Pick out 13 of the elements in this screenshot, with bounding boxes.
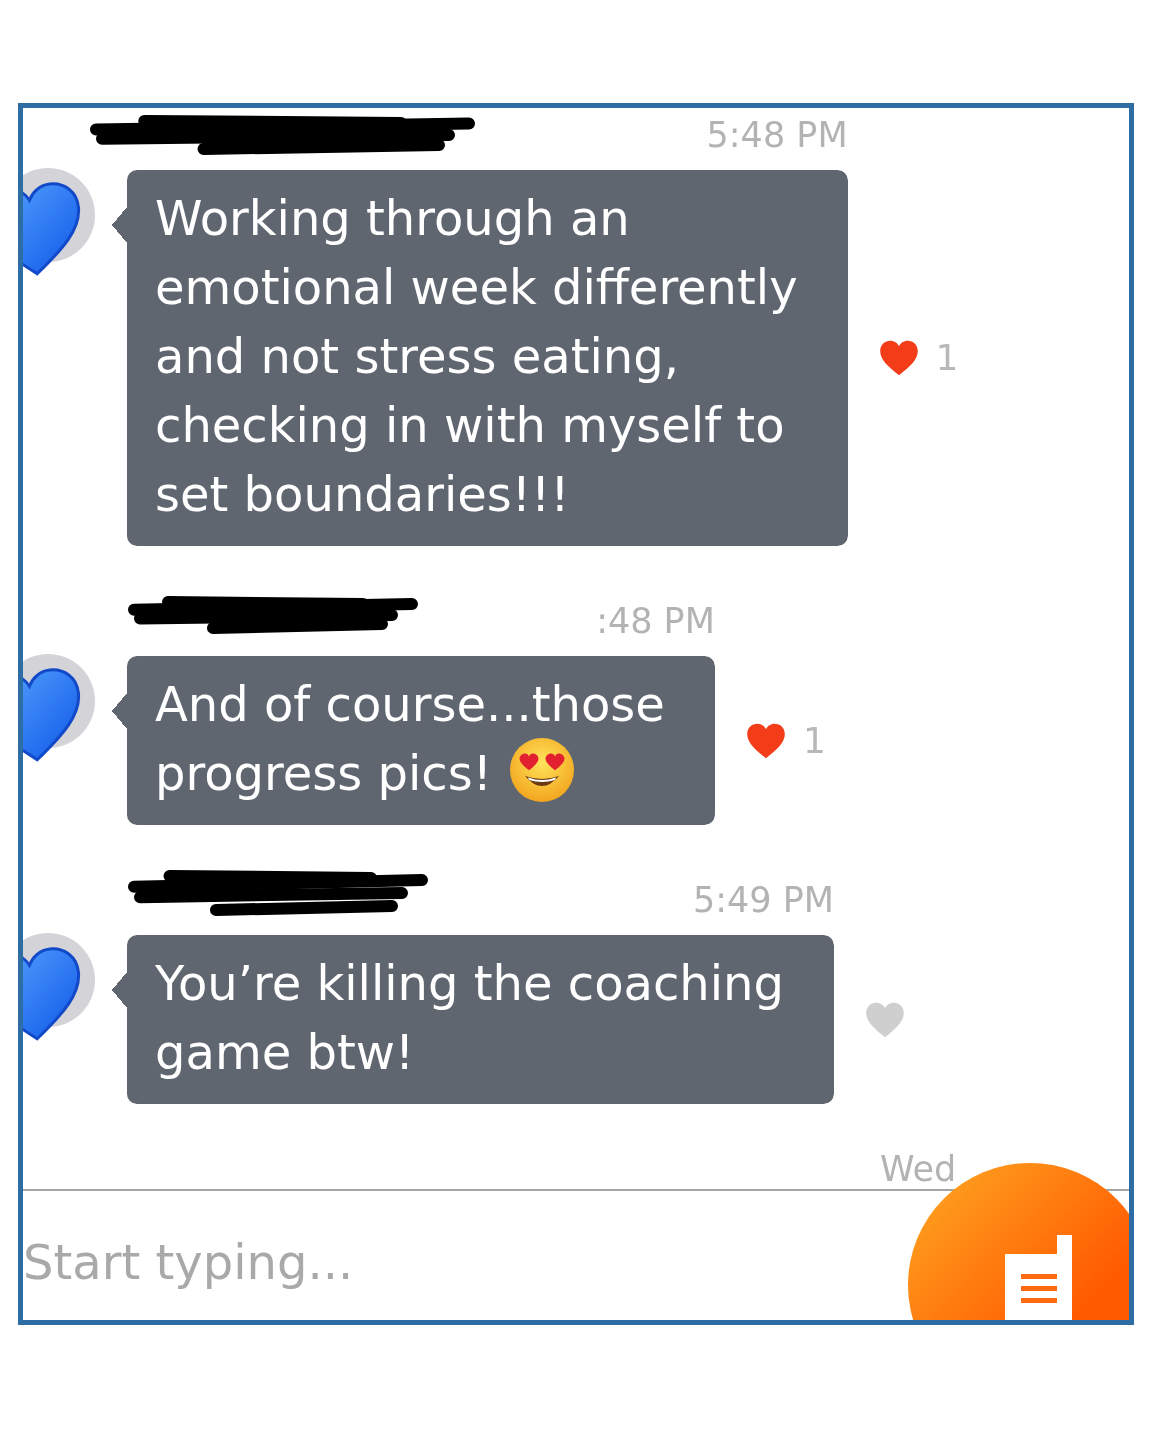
message-time: :48 PM: [596, 601, 715, 641]
message-input[interactable]: Start typing...: [23, 1191, 900, 1319]
like-count: 1: [935, 338, 959, 378]
day-label: Wed: [880, 1149, 957, 1189]
message-text: Working through an emotional week differently and not stress eating, checking in with myself to set boundaries!!!: [155, 190, 798, 522]
heart-icon[interactable]: [745, 722, 786, 759]
notepad-icon: [1005, 1235, 1072, 1320]
message-time: 5:48 PM: [706, 115, 848, 155]
like-count: 1: [802, 720, 826, 761]
heart-icon[interactable]: [878, 340, 919, 376]
message-text: And of course...those progress pics!: [155, 676, 665, 801]
message-text: You’re killing the coaching game btw!: [155, 955, 784, 1080]
message-time: 5:49 PM: [692, 880, 834, 920]
